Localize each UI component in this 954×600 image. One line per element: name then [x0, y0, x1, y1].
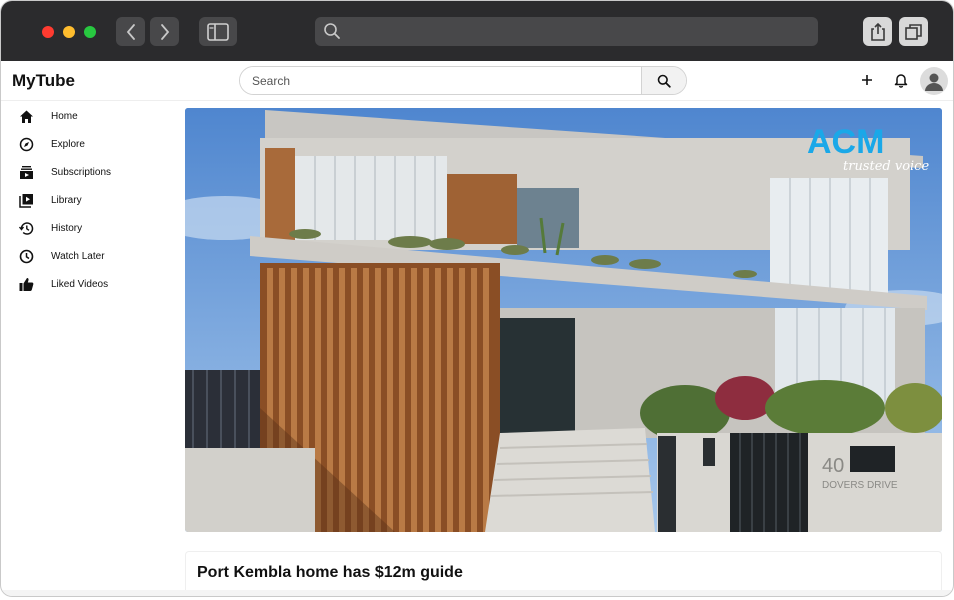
avatar[interactable] — [920, 67, 948, 95]
watermark-tagline: trusted voice — [843, 159, 929, 174]
sidebar-item-label: Home — [51, 110, 78, 122]
forward-button[interactable] — [150, 17, 179, 46]
video-thumbnail: 40 DOVERS DRIVE ACM trusted voice — [185, 108, 942, 532]
app-header: MyTube — [1, 61, 953, 101]
sidebar-item-label: Subscriptions — [51, 166, 112, 178]
sidebar-item-history[interactable]: History — [1, 214, 181, 242]
sidebar-item-label: Liked Videos — [51, 278, 109, 290]
search-button[interactable] — [641, 67, 686, 94]
video-info: Port Kembla home has $12m guide — [185, 551, 942, 595]
sidebar-toggle-button[interactable] — [199, 17, 237, 46]
user-icon — [925, 73, 943, 91]
share-button[interactable] — [863, 17, 892, 46]
history-icon — [19, 221, 34, 236]
sidebar-icon — [207, 22, 229, 41]
sidebar-item-label: History — [51, 222, 83, 234]
sidebar-item-subscriptions[interactable]: Subscriptions — [1, 158, 181, 186]
search-bar — [239, 66, 687, 95]
watermark-brand: ACM — [807, 123, 884, 161]
sidebar-item-home[interactable]: Home — [1, 102, 181, 130]
video-player[interactable]: 40 DOVERS DRIVE ACM trusted voice — [185, 108, 942, 532]
plus-icon — [862, 75, 872, 85]
tab-overview-button[interactable] — [899, 17, 928, 46]
library-icon — [19, 193, 34, 208]
create-button[interactable] — [858, 71, 876, 89]
share-icon — [870, 22, 885, 41]
thumbs-up-icon — [19, 277, 34, 292]
chevron-left-icon — [126, 23, 135, 40]
sidebar-item-label: Library — [51, 194, 82, 206]
bell-icon — [894, 74, 908, 88]
sidebar-item-label: Explore — [51, 138, 85, 150]
back-button[interactable] — [116, 17, 145, 46]
home-icon — [19, 109, 34, 124]
app-logo[interactable]: MyTube — [12, 71, 75, 91]
subscriptions-icon — [19, 165, 34, 180]
sidebar-item-label: Watch Later — [51, 250, 105, 262]
search-icon — [657, 74, 671, 88]
address-bar[interactable] — [315, 17, 818, 46]
notifications-button[interactable] — [893, 71, 909, 89]
maximize-window-button[interactable] — [84, 26, 96, 38]
window-bottom-edge — [1, 590, 953, 596]
minimize-window-button[interactable] — [63, 26, 75, 38]
compass-icon — [19, 137, 34, 152]
chevron-right-icon — [160, 23, 169, 40]
video-title: Port Kembla home has $12m guide — [197, 564, 463, 581]
sidebar-item-watch-later[interactable]: Watch Later — [1, 242, 181, 270]
search-icon — [323, 22, 341, 45]
browser-window: MyTube Home Explore — [0, 0, 954, 597]
tabs-icon — [904, 23, 922, 40]
search-input[interactable] — [240, 67, 641, 94]
sidebar-item-explore[interactable]: Explore — [1, 130, 181, 158]
browser-toolbar — [1, 1, 953, 61]
sidebar-item-liked-videos[interactable]: Liked Videos — [1, 270, 181, 298]
sidebar: Home Explore Subscriptions Library Histo… — [1, 102, 181, 298]
house-number: 40 — [822, 455, 844, 477]
clock-icon — [19, 249, 34, 264]
sidebar-item-library[interactable]: Library — [1, 186, 181, 214]
street-sign: DOVERS DRIVE — [822, 480, 898, 491]
close-window-button[interactable] — [42, 26, 54, 38]
